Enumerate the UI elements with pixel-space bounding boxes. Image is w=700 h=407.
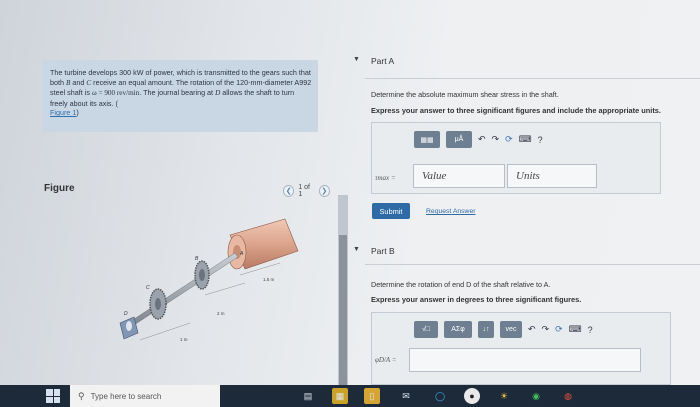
- problem-statement: The turbine develops 300 kW of power, wh…: [42, 60, 318, 132]
- shaft-figure: A B C D 1.5 m 2 m 1 m: [119, 218, 299, 342]
- file-explorer-icon[interactable]: ▯: [364, 388, 380, 404]
- part-a-title[interactable]: Part A: [371, 56, 394, 66]
- help-icon[interactable]: ?: [588, 325, 593, 335]
- mail-app-icon[interactable]: ✉: [396, 388, 416, 404]
- steam-app-icon[interactable]: ●: [464, 388, 480, 404]
- figure-pager: ❮ 1 of 1 ❯: [283, 184, 330, 198]
- problem-text-2: and: [70, 77, 87, 87]
- templates-button[interactable]: ▦▦: [414, 131, 440, 148]
- units-button[interactable]: μÅ: [446, 131, 472, 148]
- vec-button[interactable]: vec: [500, 321, 522, 338]
- help-icon[interactable]: ?: [538, 135, 543, 145]
- windows-start-icon[interactable]: [46, 389, 60, 403]
- submit-button[interactable]: Submit: [372, 203, 410, 219]
- part-a-question: Determine the absolute maximum shear str…: [371, 90, 559, 99]
- label-a: A: [239, 251, 244, 257]
- dim-label-1: 1.5 m: [263, 277, 275, 282]
- taskbar-search-placeholder: Type here to search: [90, 391, 162, 401]
- problem-panel: The turbine develops 300 kW of power, wh…: [30, 0, 348, 385]
- label-d: D: [124, 311, 128, 317]
- undo-icon[interactable]: ↶: [528, 324, 536, 335]
- problem-text-6: ): [76, 108, 79, 118]
- keyboard-icon[interactable]: ⌨: [569, 324, 582, 335]
- answer-panel: ▼ Part A Determine the absolute maximum …: [335, 0, 700, 385]
- redo-icon[interactable]: ↷: [492, 134, 500, 145]
- sqrt-button[interactable]: √□: [414, 321, 438, 338]
- figure-link[interactable]: Figure 1: [50, 108, 76, 117]
- part-a-divider: [365, 78, 700, 79]
- undo-icon[interactable]: ↶: [478, 134, 486, 145]
- part-a-symbol: τmax =: [375, 174, 396, 182]
- pager-count: 1 of 1: [298, 184, 311, 198]
- part-b-question: Determine the rotation of end D of the s…: [371, 280, 551, 289]
- calendar-app-icon[interactable]: ▦: [332, 388, 348, 404]
- prev-figure-button[interactable]: ❮: [283, 185, 295, 197]
- chrome-browser-icon[interactable]: ◍: [560, 388, 576, 404]
- pinned-app-icon[interactable]: ☀: [496, 388, 512, 404]
- part-b-toolbar: √□ ΑΣφ ↓↑ vec ↶ ↷ ⟳ ⌨ ?: [414, 321, 593, 338]
- part-b-answer-input[interactable]: [409, 348, 641, 372]
- part-a-value-input[interactable]: Value: [413, 164, 505, 188]
- redo-icon[interactable]: ↷: [542, 324, 550, 335]
- part-a-instruction: Express your answer to three significant…: [371, 106, 661, 115]
- part-a-collapse-icon[interactable]: ▼: [353, 56, 360, 63]
- part-b-title[interactable]: Part B: [371, 246, 395, 256]
- search-icon: ⚲: [78, 390, 85, 401]
- reset-icon[interactable]: ⟳: [555, 324, 563, 335]
- spotify-app-icon[interactable]: ◉: [528, 388, 544, 404]
- part-a-units-input[interactable]: Units: [507, 164, 597, 188]
- part-b-instruction: Express your answer in degrees to three …: [371, 295, 582, 304]
- dim-label-3: 1 m: [180, 337, 188, 342]
- gear-c: [149, 288, 167, 320]
- taskbar: ⚲ Type here to search ▤ ▦ ▯ ✉ ◯ ● ☀ ◉ ◍: [0, 385, 700, 407]
- label-c: C: [146, 285, 150, 291]
- problem-text-4: . The journal bearing at: [139, 88, 216, 98]
- request-answer-link[interactable]: Request Answer: [426, 208, 476, 215]
- part-b-collapse-icon[interactable]: ▼: [353, 246, 360, 253]
- dim-label-2: 2 m: [217, 311, 225, 316]
- taskbar-search[interactable]: ⚲ Type here to search: [70, 385, 220, 407]
- figure-heading: Figure: [44, 183, 75, 194]
- gear-b: [194, 260, 210, 290]
- screen: The turbine develops 300 kW of power, wh…: [0, 0, 700, 385]
- sort-button[interactable]: ↓↑: [478, 321, 494, 338]
- reset-icon[interactable]: ⟳: [505, 134, 513, 145]
- edge-browser-icon[interactable]: ◯: [432, 388, 448, 404]
- part-b-symbol: φD/A =: [375, 356, 397, 364]
- label-b: B: [195, 256, 199, 262]
- omega-value: ω = 900 rev/min: [91, 89, 140, 98]
- next-figure-button[interactable]: ❯: [318, 185, 330, 197]
- keyboard-icon[interactable]: ⌨: [519, 134, 532, 145]
- task-view-icon[interactable]: ▤: [300, 388, 316, 404]
- part-b-divider: [365, 264, 700, 265]
- part-a-toolbar: ▦▦ μÅ ↶ ↷ ⟳ ⌨ ?: [414, 131, 543, 148]
- greek-button[interactable]: ΑΣφ: [444, 321, 472, 338]
- turbine: [227, 218, 299, 270]
